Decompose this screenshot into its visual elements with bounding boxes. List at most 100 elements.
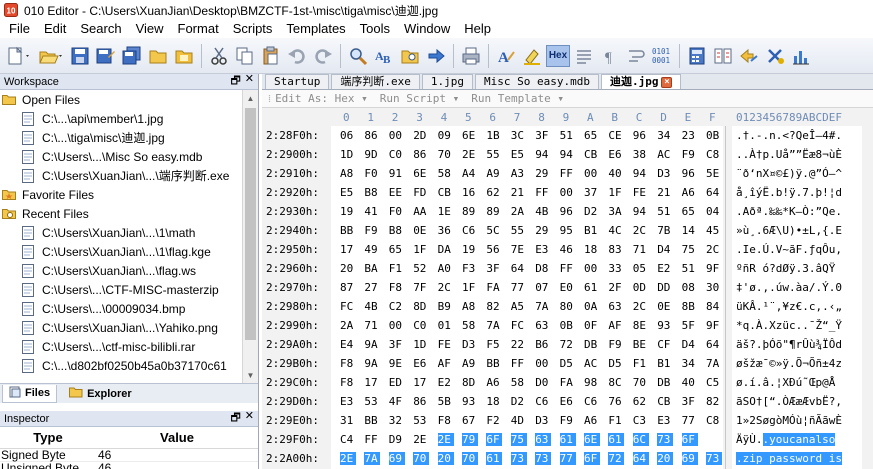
highlight-icon[interactable] (520, 44, 544, 68)
hex-byte[interactable]: 1B (486, 129, 502, 142)
hex-byte[interactable]: A8 (462, 300, 478, 313)
hex-byte[interactable]: 70 (633, 376, 649, 389)
hex-byte[interactable]: FA (486, 281, 502, 294)
hex-byte[interactable]: A0 (438, 262, 454, 275)
hex-byte[interactable]: 3C (511, 129, 527, 142)
hex-byte[interactable]: D3 (535, 414, 551, 427)
ascii-text[interactable]: 1»2SøgòMÓù¦ñÃãwÈ (736, 414, 842, 427)
hex-byte[interactable]: 73 (535, 452, 552, 465)
hex-byte[interactable]: 2C (706, 243, 722, 256)
hex-byte[interactable]: FE (438, 338, 454, 351)
hex-byte[interactable]: 4F (389, 395, 405, 408)
workspace-scrollbar[interactable]: ▲ ▼ (242, 90, 258, 383)
hex-byte[interactable]: 0E (657, 300, 673, 313)
open-file-item[interactable]: C:\Users\...\Misc So easy.mdb (0, 147, 258, 166)
hex-byte[interactable]: C4 (340, 433, 356, 446)
hex-byte[interactable]: 96 (560, 205, 576, 218)
hex-byte[interactable]: 9D (364, 148, 380, 161)
hex-row[interactable]: 2:29B0h: F8 9A 9E E6 AF A9 BB FF 00 D5 AC D5 F1 B1 34 7A… (262, 354, 873, 373)
hex-byte[interactable]: 00 (389, 319, 405, 332)
hex-byte[interactable]: B1 (657, 357, 673, 370)
hex-byte[interactable]: FF (560, 262, 576, 275)
hex-byte[interactable]: D5 (560, 357, 576, 370)
hex-byte[interactable]: 2E (437, 433, 454, 446)
run-script-dropdown[interactable]: Run Script ▾ (380, 92, 467, 105)
hex-byte[interactable]: 8E (633, 319, 649, 332)
hex-byte[interactable]: 9E (389, 357, 405, 370)
hex-byte[interactable]: 65 (682, 205, 698, 218)
hex-byte[interactable]: BE (633, 338, 649, 351)
edit-as-dropdown[interactable]: Edit As: Hex ▾ (275, 92, 376, 105)
hex-byte[interactable]: 7A (535, 300, 551, 313)
hex-byte[interactable]: F1 (633, 357, 649, 370)
hex-byte[interactable]: 16 (462, 186, 478, 199)
hex-byte[interactable]: A6 (682, 186, 698, 199)
hex-byte[interactable]: 7A (364, 452, 381, 465)
hex-byte[interactable]: 94 (633, 167, 649, 180)
hex-byte[interactable]: 05 (633, 262, 649, 275)
hex-byte[interactable]: F9 (560, 414, 576, 427)
hex-row[interactable]: 2:2940h: BB F9 B8 0E 36 C6 5C 55 29 95 B1 4C 2C 7B 14 45… (262, 221, 873, 240)
hex-byte[interactable]: 31 (340, 414, 356, 427)
hex-row[interactable]: 2:2930h: 19 41 F0 AA 1E 89 89 2A 4B 96 D2 3A 94 51 65 04… (262, 202, 873, 221)
hex-byte[interactable]: 41 (364, 205, 380, 218)
file-tab-active[interactable]: 迪迦.jpg × (600, 74, 682, 89)
hex-byte[interactable]: 64 (706, 186, 722, 199)
hex-byte[interactable]: F5 (486, 338, 502, 351)
hex-byte[interactable]: AC (657, 148, 673, 161)
hex-byte[interactable]: D3 (462, 338, 478, 351)
ascii-text[interactable]: ãSO†[“.ÒÆæÆvbË?‚ (736, 395, 842, 408)
hex-byte[interactable]: 69 (681, 452, 698, 465)
hex-byte[interactable]: 06 (340, 129, 356, 142)
ascii-text[interactable]: ºñR ó?dØÿ.3.âQŸ (736, 262, 835, 275)
hex-byte[interactable]: FF (560, 167, 576, 180)
hex-byte[interactable]: C6 (535, 395, 551, 408)
hex-byte[interactable]: 1F (608, 186, 624, 199)
recent-file-item[interactable]: C:\Users\XuanJian\...\flag.ws (0, 261, 258, 280)
hex-byte[interactable]: 1D (340, 148, 356, 161)
hex-byte[interactable]: 55 (511, 224, 527, 237)
hex-row[interactable]: 2:2A00h: 2E 7A 69 70 20 70 61 73 73 77 6F 72 64 20 69 73… (262, 449, 873, 468)
recent-file-item[interactable]: C:\Users\...\CTF-MISC-masterzip (0, 280, 258, 299)
hex-byte[interactable]: 86 (413, 395, 429, 408)
hex-byte[interactable]: F8 (438, 414, 454, 427)
hex-byte[interactable]: A3 (511, 167, 527, 180)
hex-byte[interactable]: F9 (608, 338, 624, 351)
hex-byte[interactable]: 51 (682, 262, 698, 275)
hex-byte[interactable]: FD (413, 186, 429, 199)
hex-byte[interactable]: 64 (706, 338, 722, 351)
hex-byte[interactable]: 00 (560, 186, 576, 199)
goto-icon[interactable] (424, 44, 448, 68)
hex-byte[interactable]: E6 (608, 148, 624, 161)
hex-byte[interactable]: 00 (535, 357, 551, 370)
hex-byte[interactable]: 40 (682, 376, 698, 389)
hex-byte[interactable]: 70 (462, 452, 478, 465)
hex-byte[interactable]: 38 (633, 148, 649, 161)
scroll-up-icon[interactable]: ▲ (243, 90, 258, 106)
recent-file-item[interactable]: C:\Users\XuanJian\...\Yahiko.png (0, 318, 258, 337)
hex-byte[interactable]: FF (511, 357, 527, 370)
hex-byte[interactable]: 89 (462, 205, 478, 218)
hex-byte[interactable]: 2E (462, 148, 478, 161)
text-mode-icon[interactable] (572, 44, 596, 68)
hex-byte[interactable]: AA (413, 205, 429, 218)
hex-byte[interactable]: 20 (437, 452, 454, 465)
ascii-text[interactable]: .zip password is (736, 452, 842, 465)
hex-byte[interactable]: F9 (364, 224, 380, 237)
hex-byte[interactable]: 58 (462, 319, 478, 332)
hex-byte[interactable]: 1E (438, 205, 454, 218)
hex-byte[interactable]: FC (511, 319, 527, 332)
hex-byte[interactable]: 6F (486, 433, 503, 446)
menu-view[interactable]: View (129, 20, 171, 38)
hex-byte[interactable]: E6 (413, 357, 429, 370)
hex-byte[interactable]: 4D (511, 414, 527, 427)
hex-byte[interactable]: 2A (340, 319, 356, 332)
hex-byte[interactable]: C3 (633, 414, 649, 427)
hex-byte[interactable]: 2E (340, 452, 356, 465)
tab-files[interactable]: Files (2, 384, 58, 403)
undo-icon[interactable] (285, 44, 309, 68)
hex-byte[interactable]: B6 (535, 338, 551, 351)
find-in-files-icon[interactable] (398, 44, 422, 68)
redo-icon[interactable] (311, 44, 335, 68)
compare-icon[interactable] (711, 44, 735, 68)
